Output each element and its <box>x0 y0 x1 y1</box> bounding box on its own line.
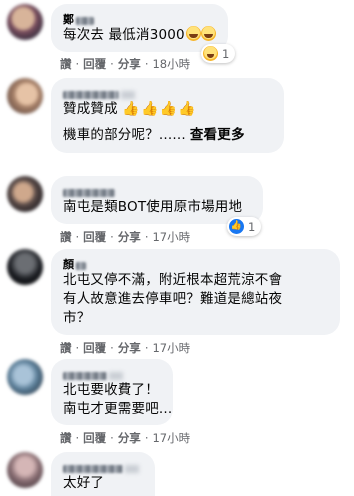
author-initial: 鄭 <box>63 13 74 26</box>
avatar[interactable] <box>7 4 43 40</box>
comment-actions: 讚 · 回覆 · 分享 · 17小時 <box>60 341 191 355</box>
comment-actions: 讚 · 回覆 · 分享 · 17小時 <box>60 230 191 244</box>
comment-text: 太好了 <box>63 475 105 491</box>
avatar[interactable] <box>7 452 43 488</box>
thumbs-up-emoji: 👍 <box>122 101 140 117</box>
comment-text: 南屯才更需要吧... <box>63 401 173 417</box>
comment-text: 每次去 最低消3000 <box>63 27 185 43</box>
thumbs-up-emoji: 👍 <box>178 101 196 117</box>
avatar[interactable] <box>7 249 43 285</box>
reaction-count[interactable]: 1 <box>201 44 236 63</box>
reaction-count[interactable]: 👍 1 <box>227 217 262 236</box>
rofl-emoji-icon <box>200 26 216 41</box>
author-name[interactable] <box>63 84 272 99</box>
reaction-count-value: 1 <box>248 219 256 234</box>
comment-bubble: 贊成贊成 👍👍👍👍 機車的部分呢？...... 查看更多 <box>51 78 284 153</box>
rofl-emoji-icon <box>185 26 201 41</box>
comment-bubble: 顏 北屯又停不滿，附近根本超荒涼不會 有人故意進去停車吧？難道是總站夜 市？ <box>51 249 340 335</box>
comment-text: 機車的部分呢？...... <box>63 127 186 143</box>
share-link[interactable]: 分享 <box>118 341 141 355</box>
reply-link[interactable]: 回覆 <box>83 57 106 71</box>
like-reaction-icon: 👍 <box>229 219 244 234</box>
reply-link[interactable]: 回覆 <box>83 431 106 445</box>
timestamp[interactable]: 17小時 <box>152 341 190 355</box>
timestamp[interactable]: 18小時 <box>152 57 190 71</box>
author-name[interactable] <box>63 458 143 473</box>
comment-text: 南屯是類BOT使用原市場用地 <box>63 199 243 215</box>
reply-link[interactable]: 回覆 <box>83 341 106 355</box>
author-name[interactable]: 鄭 <box>63 10 216 26</box>
comment-bubble: 鄭 每次去 最低消3000 <box>51 4 228 52</box>
see-more-link[interactable]: 查看更多 <box>190 127 245 143</box>
avatar[interactable] <box>7 359 43 395</box>
comment-text: 贊成贊成 <box>63 101 118 117</box>
comment-bubble: 北屯要收費了！ 南屯才更需要吧... <box>51 359 173 425</box>
comment-text: 市？ <box>63 310 91 326</box>
comment-text: 北屯要收費了！ <box>63 382 159 398</box>
share-link[interactable]: 分享 <box>118 57 141 71</box>
author-initial: 顏 <box>63 258 74 271</box>
comment-bubble: 南屯是類BOT使用原市場用地 <box>51 176 263 224</box>
like-link[interactable]: 讚 <box>60 57 72 71</box>
comment-actions: 讚 · 回覆 · 分享 · 17小時 <box>60 431 191 445</box>
timestamp[interactable]: 17小時 <box>152 230 190 244</box>
like-link[interactable]: 讚 <box>60 341 72 355</box>
author-name[interactable] <box>63 182 251 197</box>
author-name[interactable]: 顏 <box>63 255 328 271</box>
like-link[interactable]: 讚 <box>60 431 72 445</box>
comment-text: 有人故意進去停車吧？難道是總站夜 <box>63 291 283 307</box>
thumbs-up-emoji: 👍 <box>159 101 178 117</box>
reaction-count-value: 1 <box>222 46 230 61</box>
haha-reaction-icon <box>203 46 218 61</box>
avatar[interactable] <box>7 78 43 114</box>
thumbs-up-emoji: 👍 <box>140 101 159 117</box>
reply-link[interactable]: 回覆 <box>83 230 106 244</box>
avatar[interactable] <box>7 176 43 212</box>
comment-bubble: 太好了 <box>51 452 155 496</box>
comment-actions: 讚 · 回覆 · 分享 · 18小時 <box>60 57 191 71</box>
timestamp[interactable]: 17小時 <box>152 431 190 445</box>
like-link[interactable]: 讚 <box>60 230 72 244</box>
share-link[interactable]: 分享 <box>118 230 141 244</box>
author-name[interactable] <box>63 365 161 380</box>
share-link[interactable]: 分享 <box>118 431 141 445</box>
comment-text: 北屯又停不滿，附近根本超荒涼不會 <box>63 272 283 288</box>
